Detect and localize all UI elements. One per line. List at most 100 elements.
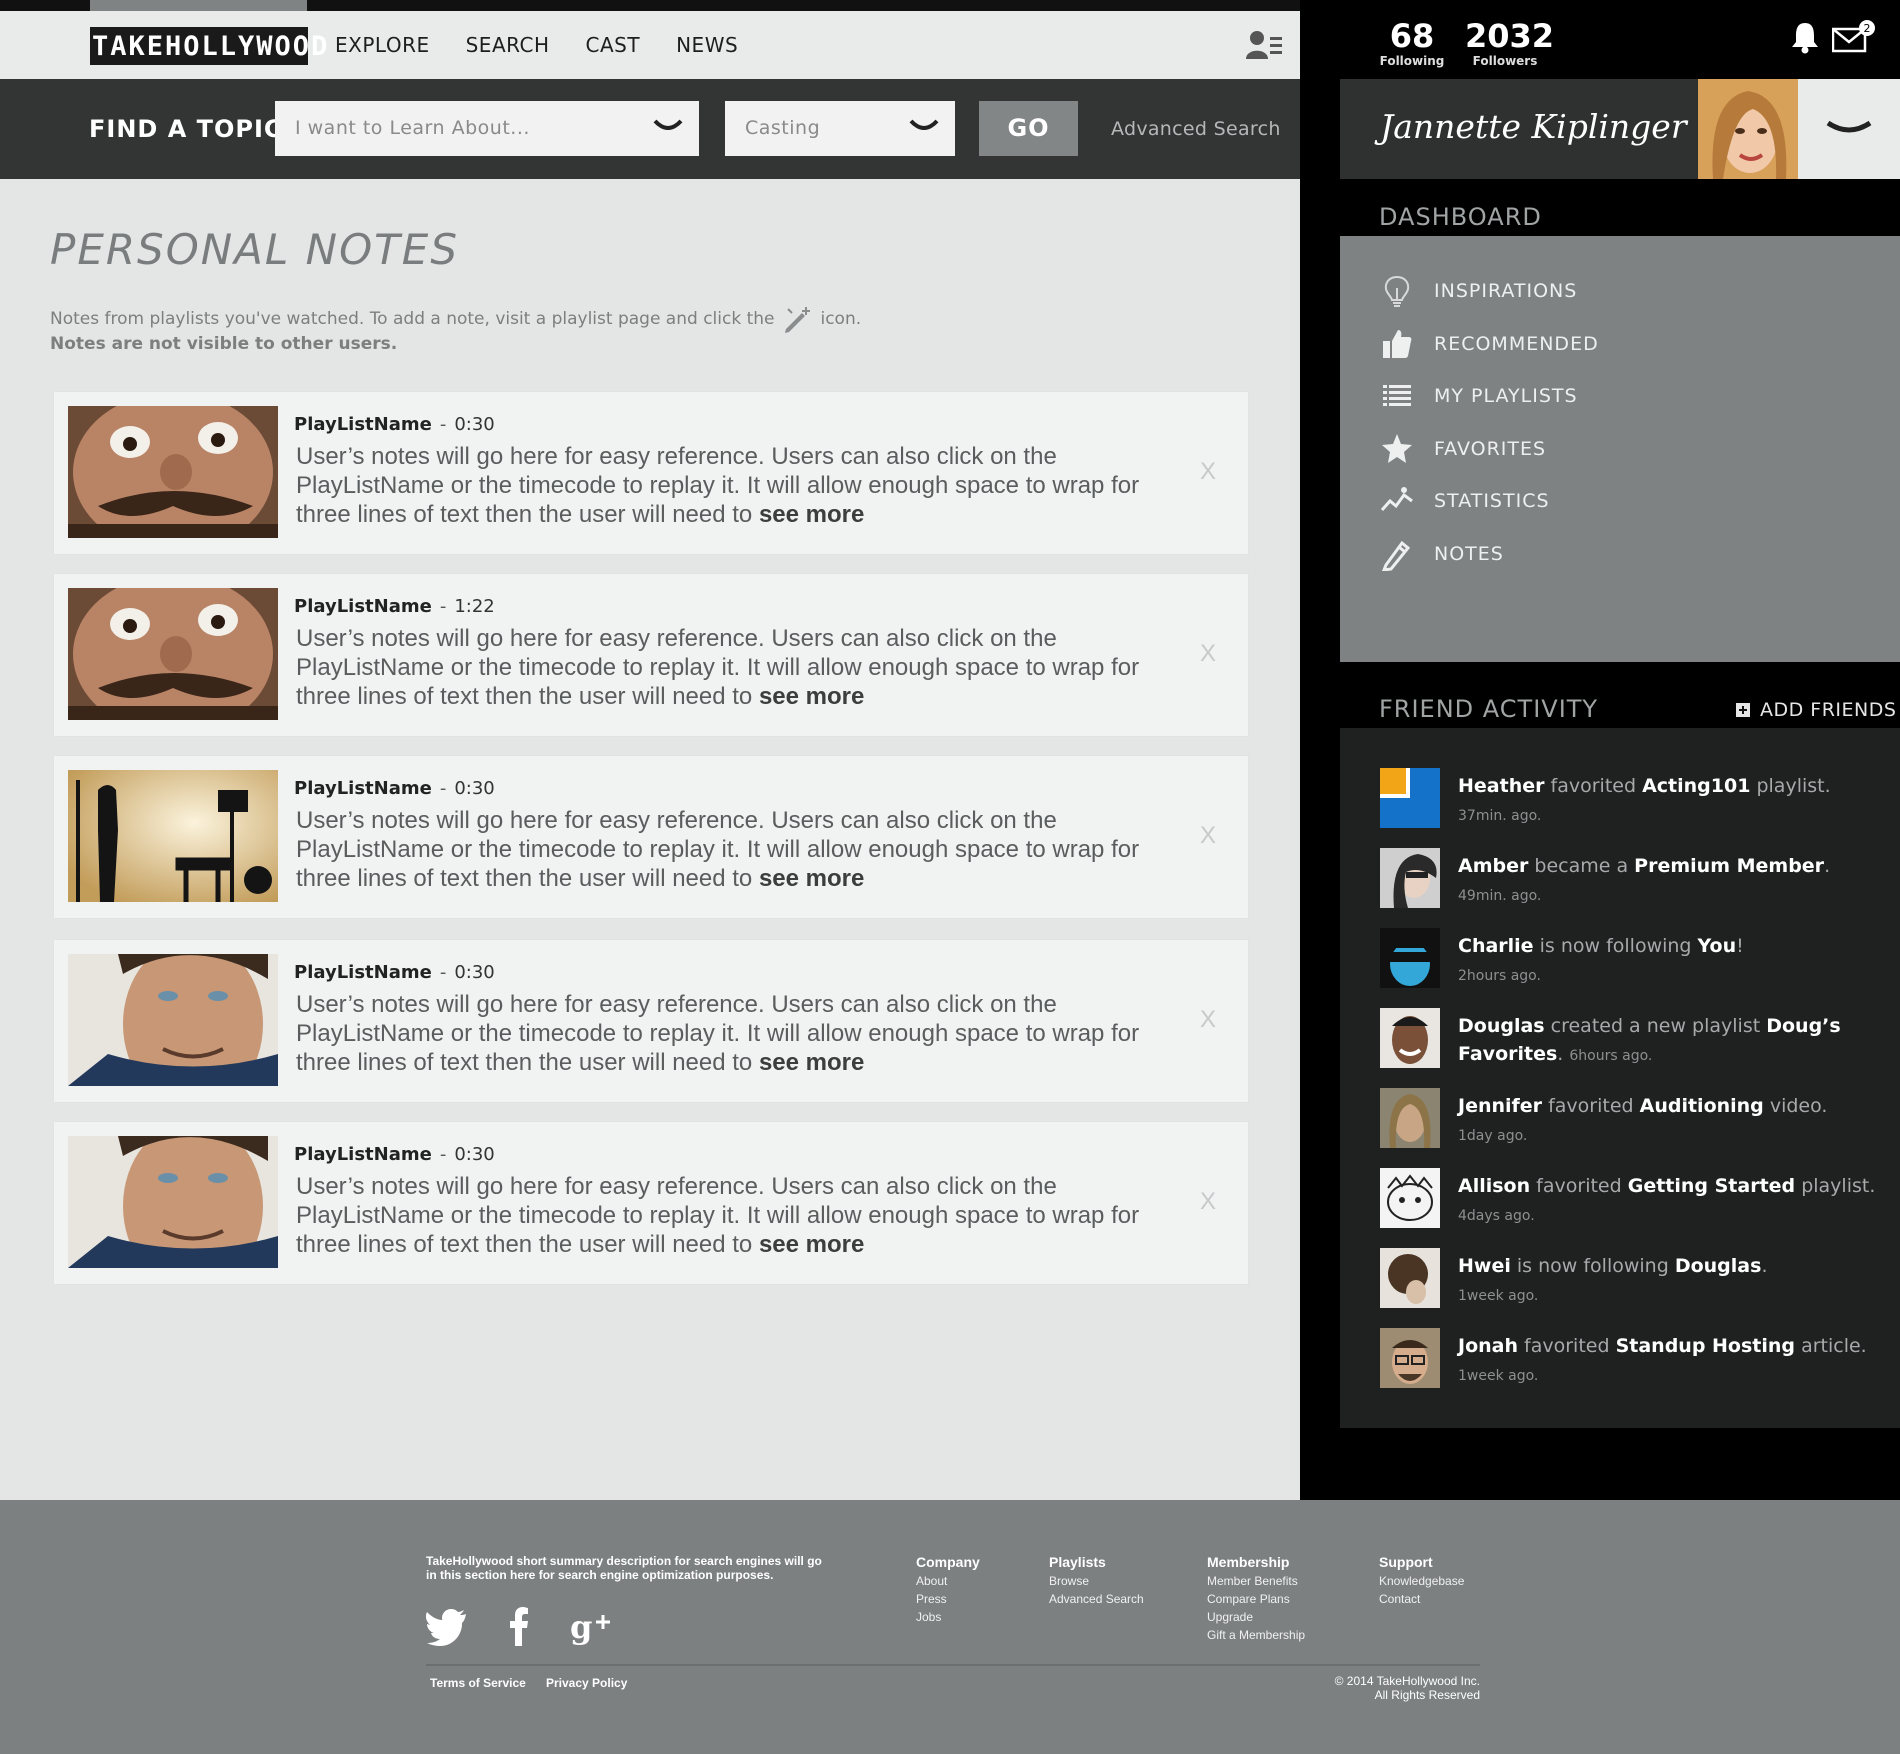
timecode-link[interactable]: 0:30 (454, 778, 494, 799)
dashboard-item-label: NOTES (1434, 543, 1504, 565)
dashboard-item-my-playlists[interactable]: MY PLAYLISTS (1380, 376, 1578, 416)
friend-avatar[interactable] (1380, 1088, 1440, 1148)
footer-link-browse[interactable]: Browse (1049, 1572, 1144, 1590)
bell-icon[interactable] (1790, 20, 1820, 54)
activity-target-link[interactable]: Standup Hosting (1616, 1335, 1795, 1357)
playlist-name-link[interactable]: PlayListName (294, 414, 432, 435)
note-text: User’s notes will go here for easy refer… (296, 990, 1176, 1077)
dashboard-item-notes[interactable]: NOTES (1380, 534, 1504, 574)
add-friends-button[interactable]: ADD FRIENDS (1736, 699, 1896, 721)
friend-avatar[interactable] (1380, 1248, 1440, 1308)
friend-name-link[interactable]: Jennifer (1458, 1095, 1542, 1117)
footer-link-compare-plans[interactable]: Compare Plans (1207, 1590, 1305, 1608)
note-thumbnail[interactable] (68, 406, 278, 538)
delete-note-button[interactable]: X (1200, 640, 1216, 668)
see-more-link[interactable]: see more (759, 1231, 864, 1258)
friend-name-link[interactable]: Hwei (1458, 1255, 1511, 1277)
dashboard-item-inspirations[interactable]: INSPIRATIONS (1380, 271, 1577, 311)
footer-link-jobs[interactable]: Jobs (916, 1608, 980, 1626)
mail-icon[interactable]: 2 (1832, 18, 1876, 54)
thumbs-up-icon (1383, 330, 1412, 358)
terms-of-service-link[interactable]: Terms of Service (430, 1676, 526, 1690)
activity-target-link[interactable]: Douglas (1675, 1255, 1762, 1277)
delete-note-button[interactable]: X (1200, 1006, 1216, 1034)
footer-link-knowledgebase[interactable]: Knowledgebase (1379, 1572, 1464, 1590)
friend-name-link[interactable]: Jonah (1458, 1335, 1518, 1357)
note-thumbnail[interactable] (68, 954, 278, 1086)
footer-link-contact[interactable]: Contact (1379, 1590, 1464, 1608)
friend-avatar[interactable] (1380, 848, 1440, 908)
friend-avatar[interactable] (1380, 768, 1440, 828)
see-more-link[interactable]: see more (759, 865, 864, 892)
playlist-name-link[interactable]: PlayListName (294, 596, 432, 617)
activity-target-link[interactable]: Auditioning (1640, 1095, 1764, 1117)
friend-name-link[interactable]: Allison (1458, 1175, 1530, 1197)
friend-avatar[interactable] (1380, 1008, 1440, 1068)
delete-note-button[interactable]: X (1200, 1188, 1216, 1216)
lightbulb-icon (1384, 275, 1410, 307)
activity-suffix: article. (1795, 1335, 1867, 1357)
note-text-body: User’s notes will go here for easy refer… (296, 443, 1140, 528)
delete-note-button[interactable]: X (1200, 822, 1216, 850)
dashboard-item-statistics[interactable]: STATISTICS (1380, 481, 1550, 521)
activity-target-link[interactable]: Acting101 (1642, 775, 1750, 797)
playlist-name-link[interactable]: PlayListName (294, 778, 432, 799)
privacy-policy-link[interactable]: Privacy Policy (546, 1676, 627, 1690)
note-thumbnail[interactable] (68, 770, 278, 902)
user-name[interactable]: Jannette Kiplinger (1380, 107, 1687, 146)
footer-link-advanced-search[interactable]: Advanced Search (1049, 1590, 1144, 1608)
twitter-icon[interactable] (426, 1606, 470, 1646)
logo[interactable]: TAKEHOLLYWOOD (90, 27, 327, 65)
footer-link-about[interactable]: About (916, 1572, 980, 1590)
friend-name-link[interactable]: Charlie (1458, 935, 1534, 957)
topic-select[interactable]: I want to Learn About... (275, 101, 699, 156)
dashboard-item-recommended[interactable]: RECOMMENDED (1380, 324, 1599, 364)
footer-link-member-benefits[interactable]: Member Benefits (1207, 1572, 1305, 1590)
go-button[interactable]: GO (979, 101, 1078, 156)
category-select[interactable]: Casting (725, 101, 955, 156)
nav-cast[interactable]: CAST (586, 33, 641, 57)
friend-avatar-image (1380, 1168, 1440, 1228)
see-more-link[interactable]: see more (759, 683, 864, 710)
note-thumbnail[interactable] (68, 588, 278, 720)
advanced-search-link[interactable]: Advanced Search (1111, 118, 1281, 140)
timecode-link[interactable]: 1:22 (454, 596, 494, 617)
timecode-link[interactable]: 0:30 (454, 414, 494, 435)
mail-badge: 2 (1864, 22, 1871, 35)
nav-search[interactable]: SEARCH (466, 33, 550, 57)
footer-column-heading: Playlists (1049, 1554, 1106, 1570)
friend-name-link[interactable]: Amber (1458, 855, 1528, 877)
playlist-name-link[interactable]: PlayListName (294, 962, 432, 983)
friend-avatar[interactable] (1380, 1328, 1440, 1388)
activity-target-link[interactable]: You (1698, 935, 1737, 957)
friend-avatar[interactable] (1380, 1168, 1440, 1228)
followers-stat[interactable]: 2032 Followers (1465, 18, 1554, 68)
dashboard-item-favorites[interactable]: FAVORITES (1380, 429, 1546, 469)
timecode-link[interactable]: 0:30 (454, 962, 494, 983)
see-more-link[interactable]: see more (759, 501, 864, 528)
friend-name-link[interactable]: Heather (1458, 775, 1544, 797)
google-plus-icon[interactable]: g (570, 1606, 614, 1646)
user-menu-icon[interactable] (1246, 29, 1282, 61)
note-thumbnail[interactable] (68, 1136, 278, 1268)
following-stat[interactable]: 68 Following (1377, 18, 1447, 68)
friend-name-link[interactable]: Douglas (1458, 1015, 1545, 1037)
activity-target-link[interactable]: Getting Started (1628, 1175, 1795, 1197)
friend-avatar[interactable] (1380, 928, 1440, 988)
footer-link-upgrade[interactable]: Upgrade (1207, 1608, 1305, 1626)
timecode-link[interactable]: 0:30 (454, 1144, 494, 1165)
playlist-name-link[interactable]: PlayListName (294, 1144, 432, 1165)
activity-time: 2hours ago. (1458, 968, 1541, 984)
see-more-link[interactable]: see more (759, 1049, 864, 1076)
footer-link-gift-membership[interactable]: Gift a Membership (1207, 1626, 1305, 1644)
activity-suffix: . (1557, 1043, 1570, 1065)
facebook-icon[interactable] (498, 1606, 542, 1646)
profile-menu-toggle[interactable] (1798, 79, 1900, 179)
profile-bar: Jannette Kiplinger (1340, 79, 1900, 179)
footer-link-press[interactable]: Press (916, 1590, 980, 1608)
nav-explore[interactable]: EXPLORE (335, 33, 430, 57)
activity-target-link[interactable]: Premium Member (1634, 855, 1824, 877)
delete-note-button[interactable]: X (1200, 458, 1216, 486)
avatar[interactable] (1698, 79, 1798, 179)
nav-news[interactable]: NEWS (676, 33, 738, 57)
